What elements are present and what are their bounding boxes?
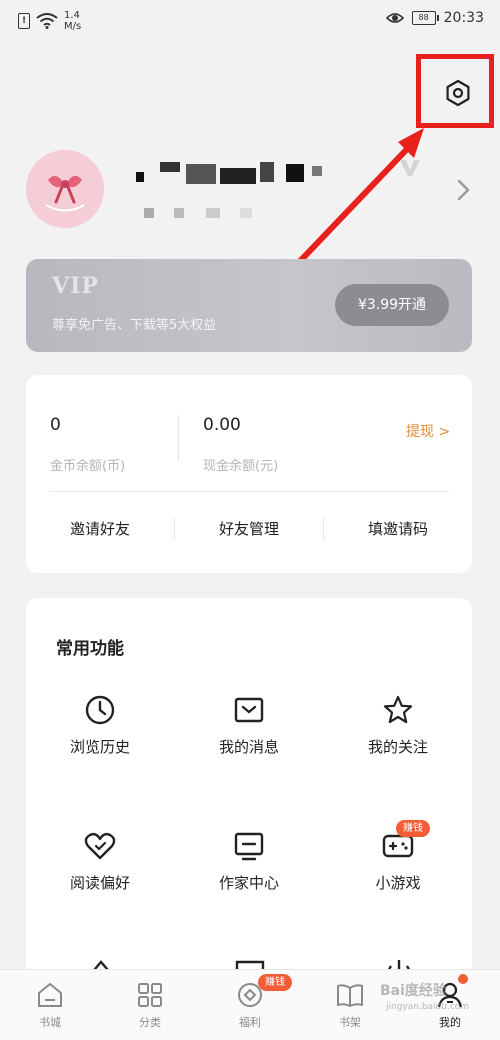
star-icon xyxy=(383,695,413,724)
vip-title: VIP xyxy=(52,273,99,299)
avatar[interactable] xyxy=(26,150,104,228)
nav-label: 分类 xyxy=(139,1016,161,1029)
vip-description: 尊享免广告、下载等5大权益 xyxy=(52,318,217,333)
bow-icon xyxy=(26,150,104,228)
chevron-right-icon[interactable] xyxy=(454,178,472,202)
section-title: 常用功能 xyxy=(56,639,124,659)
balance-card: 0 金币余额(币) 0.00 现金余额(元) 提现 > 邀请好友 好友管理 填邀… xyxy=(26,375,472,573)
message-icon xyxy=(234,697,264,723)
writer-icon xyxy=(234,832,264,861)
vip-card[interactable]: VIP 尊享免广告、下载等5大权益 ¥3.99开通 xyxy=(26,259,472,352)
clock-time: 20:33 xyxy=(443,10,484,26)
settings-icon[interactable] xyxy=(444,79,472,107)
friend-actions: 邀请好友 好友管理 填邀请码 xyxy=(26,515,472,543)
reading-preferences-item[interactable]: 阅读偏好 xyxy=(30,830,170,893)
invite-friends-button[interactable]: 邀请好友 xyxy=(26,515,174,543)
function-label: 阅读偏好 xyxy=(69,874,130,892)
cash-balance-value[interactable]: 0.00 xyxy=(203,415,241,435)
watermark-logo: Bai度经验 xyxy=(380,983,447,999)
coin-balance-value[interactable]: 0 xyxy=(50,415,61,435)
eye-icon xyxy=(385,13,404,23)
vip-badge-icon xyxy=(400,160,420,176)
nav-label: 书城 xyxy=(39,1016,61,1029)
heart-icon xyxy=(84,832,116,860)
writer-center-item[interactable]: 作家中心 xyxy=(179,830,319,893)
mini-games-item[interactable]: 小游戏 xyxy=(328,830,468,893)
browse-history-item[interactable]: 浏览历史 xyxy=(30,694,170,757)
function-label: 小游戏 xyxy=(375,874,421,892)
earn-money-badge: 赚钱 xyxy=(258,974,292,991)
status-bar: ! 1.4 M/s 88 20:33 xyxy=(0,0,500,38)
network-speed: 1.4 M/s xyxy=(64,10,82,32)
book-icon xyxy=(337,984,363,1007)
cash-balance-label: 现金余额(元) xyxy=(203,459,279,474)
battery-icon: 88 xyxy=(411,11,439,25)
username-blurred xyxy=(136,162,322,184)
nav-welfare[interactable]: 福利 赚钱 xyxy=(200,970,300,1040)
function-label: 浏览历史 xyxy=(69,738,130,756)
nav-label: 福利 xyxy=(239,1016,261,1029)
nav-bookstore[interactable]: 书城 xyxy=(0,970,100,1040)
sim-alert-icon: ! xyxy=(18,13,30,29)
watermark-url: jingyan.baidu.com xyxy=(386,1002,470,1012)
coin-balance-label: 金币余额(币) xyxy=(50,459,126,474)
earn-money-badge: 赚钱 xyxy=(396,820,430,837)
grid-icon xyxy=(138,983,162,1007)
nav-category[interactable]: 分类 xyxy=(100,970,200,1040)
vip-open-button[interactable]: ¥3.99开通 xyxy=(335,284,449,326)
wifi-icon xyxy=(36,13,58,29)
enter-invite-code-button[interactable]: 填邀请码 xyxy=(324,515,472,543)
my-follows-item[interactable]: 我的关注 xyxy=(328,694,468,757)
my-messages-item[interactable]: 我的消息 xyxy=(179,694,319,757)
function-label: 作家中心 xyxy=(218,874,279,892)
common-functions-card: 常用功能 浏览历史 我的消息 我的关注 阅读偏好 作家中心 小游戏 赚钱 xyxy=(26,598,472,978)
function-label: 我的关注 xyxy=(367,738,428,756)
nav-label: 书架 xyxy=(339,1016,361,1029)
divider xyxy=(50,491,450,492)
withdraw-link[interactable]: 提现 > xyxy=(406,421,450,441)
home-icon xyxy=(38,983,62,1007)
user-id-blurred xyxy=(144,208,252,218)
friend-management-button[interactable]: 好友管理 xyxy=(175,515,323,543)
notification-dot xyxy=(458,974,468,984)
function-label: 我的消息 xyxy=(218,738,279,756)
divider xyxy=(178,415,179,461)
nav-label: 我的 xyxy=(439,1016,461,1029)
clock-icon xyxy=(85,695,115,725)
